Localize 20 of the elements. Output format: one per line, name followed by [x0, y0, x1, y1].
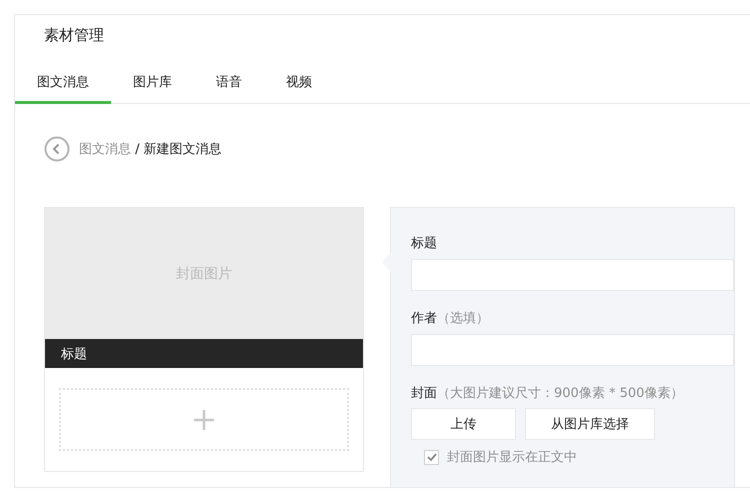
article-title: 标题 — [61, 346, 87, 362]
back-icon[interactable] — [44, 136, 70, 162]
tab[interactable]: 视频 — [264, 59, 334, 104]
add-article-button[interactable] — [59, 388, 349, 451]
tab[interactable]: 图片库 — [111, 59, 194, 104]
breadcrumb-separator: / — [135, 142, 140, 157]
tab[interactable]: 图文消息 — [15, 59, 111, 104]
checkbox[interactable] — [424, 450, 439, 464]
tab[interactable]: 语音 — [194, 59, 264, 104]
checkbox-label: 封面图片显示在正文中 — [447, 449, 577, 466]
upload-button[interactable]: 上传 — [411, 408, 516, 440]
text-field[interactable] — [411, 334, 734, 366]
plus-icon — [194, 410, 214, 430]
page-title: 素材管理 — [43, 25, 105, 46]
library-select-button[interactable]: 从图片库选择 — [525, 408, 655, 440]
text-field[interactable] — [411, 259, 734, 291]
field-label: 封面（大图片建议尺寸：900像素 * 500像素） — [411, 385, 684, 402]
field-label: 作者（选填） — [411, 310, 490, 327]
breadcrumb-current: 新建图文消息 — [144, 142, 222, 157]
field-label: 标题 — [411, 235, 438, 252]
